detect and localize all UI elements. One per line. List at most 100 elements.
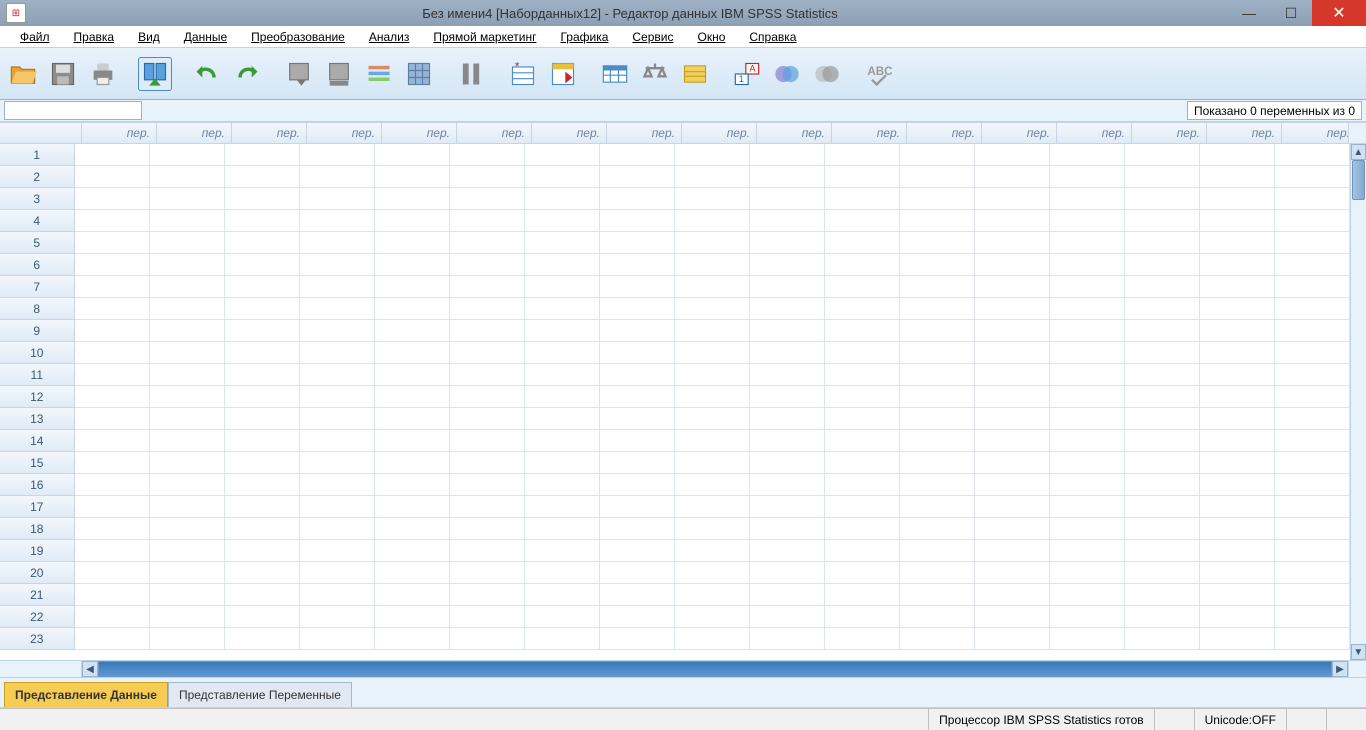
redo-button[interactable] (230, 57, 264, 91)
find-button[interactable] (454, 57, 488, 91)
row-header[interactable]: 20 (0, 562, 75, 584)
cell[interactable] (300, 606, 375, 628)
cell[interactable] (600, 210, 675, 232)
cell[interactable] (1125, 188, 1200, 210)
cell[interactable] (825, 628, 900, 650)
cell[interactable] (450, 606, 525, 628)
cell[interactable] (75, 298, 150, 320)
cell[interactable] (600, 386, 675, 408)
cell[interactable] (75, 584, 150, 606)
cell[interactable] (900, 254, 975, 276)
cell[interactable] (375, 188, 450, 210)
cell[interactable] (1200, 628, 1275, 650)
column-header[interactable]: пер. (682, 123, 757, 144)
column-header[interactable]: пер. (232, 123, 307, 144)
cell[interactable] (1125, 166, 1200, 188)
column-header[interactable]: пер. (757, 123, 832, 144)
cell[interactable] (225, 254, 300, 276)
cell[interactable] (750, 386, 825, 408)
cell[interactable] (825, 364, 900, 386)
cell[interactable] (975, 540, 1050, 562)
cell[interactable] (600, 342, 675, 364)
cell[interactable] (900, 584, 975, 606)
cell[interactable] (975, 562, 1050, 584)
cell[interactable] (1275, 188, 1350, 210)
cell[interactable] (225, 364, 300, 386)
save-button[interactable] (46, 57, 80, 91)
cell[interactable] (300, 210, 375, 232)
cell[interactable] (525, 408, 600, 430)
cell[interactable] (375, 386, 450, 408)
row-header[interactable]: 11 (0, 364, 75, 386)
cell[interactable] (900, 276, 975, 298)
cells-area[interactable] (75, 144, 1350, 660)
cell[interactable] (675, 408, 750, 430)
cell[interactable] (825, 386, 900, 408)
sets-button[interactable] (810, 57, 844, 91)
cell[interactable] (1050, 606, 1125, 628)
cell[interactable] (450, 562, 525, 584)
cell[interactable] (1125, 452, 1200, 474)
cell[interactable] (1050, 144, 1125, 166)
cell[interactable] (600, 606, 675, 628)
cell[interactable] (300, 562, 375, 584)
cell[interactable] (300, 144, 375, 166)
cell[interactable] (750, 474, 825, 496)
cell[interactable] (750, 166, 825, 188)
cell[interactable] (1275, 210, 1350, 232)
cell[interactable] (150, 188, 225, 210)
row-header[interactable]: 8 (0, 298, 75, 320)
cell[interactable] (450, 342, 525, 364)
cell[interactable] (675, 298, 750, 320)
cell[interactable] (1125, 254, 1200, 276)
cell[interactable] (975, 298, 1050, 320)
cell[interactable] (75, 408, 150, 430)
column-header[interactable]: пер. (982, 123, 1057, 144)
cell[interactable] (1125, 232, 1200, 254)
cell[interactable] (1275, 496, 1350, 518)
menu-view[interactable]: Вид (126, 28, 172, 46)
row-header[interactable]: 21 (0, 584, 75, 606)
cell[interactable] (1275, 452, 1350, 474)
cell[interactable] (150, 584, 225, 606)
cell[interactable] (975, 474, 1050, 496)
cell[interactable] (975, 606, 1050, 628)
cell[interactable] (600, 276, 675, 298)
cell[interactable] (1050, 408, 1125, 430)
cell[interactable] (375, 320, 450, 342)
cell[interactable] (750, 144, 825, 166)
recall-dialog-button[interactable] (138, 57, 172, 91)
cell[interactable] (75, 188, 150, 210)
cell[interactable] (825, 298, 900, 320)
cell[interactable] (900, 386, 975, 408)
cell[interactable] (300, 430, 375, 452)
cell[interactable] (450, 584, 525, 606)
column-header[interactable]: пер. (157, 123, 232, 144)
cell[interactable] (600, 474, 675, 496)
cell[interactable] (225, 518, 300, 540)
cell[interactable] (1200, 474, 1275, 496)
cell[interactable] (825, 408, 900, 430)
spellcheck-button[interactable]: ABC (862, 57, 896, 91)
cell[interactable] (750, 496, 825, 518)
cell[interactable] (300, 188, 375, 210)
row-header[interactable]: 9 (0, 320, 75, 342)
cell[interactable] (450, 496, 525, 518)
undo-button[interactable] (190, 57, 224, 91)
cell[interactable] (525, 474, 600, 496)
cell[interactable] (300, 232, 375, 254)
cell[interactable] (450, 408, 525, 430)
cell[interactable] (900, 144, 975, 166)
cell[interactable] (375, 584, 450, 606)
cell[interactable] (75, 254, 150, 276)
minimize-button[interactable]: — (1228, 0, 1270, 26)
cell[interactable] (900, 430, 975, 452)
cell[interactable] (450, 364, 525, 386)
cell[interactable] (750, 210, 825, 232)
cell[interactable] (150, 166, 225, 188)
cell[interactable] (225, 430, 300, 452)
cell[interactable] (600, 364, 675, 386)
cell[interactable] (450, 166, 525, 188)
cell[interactable] (75, 166, 150, 188)
cell[interactable] (525, 342, 600, 364)
